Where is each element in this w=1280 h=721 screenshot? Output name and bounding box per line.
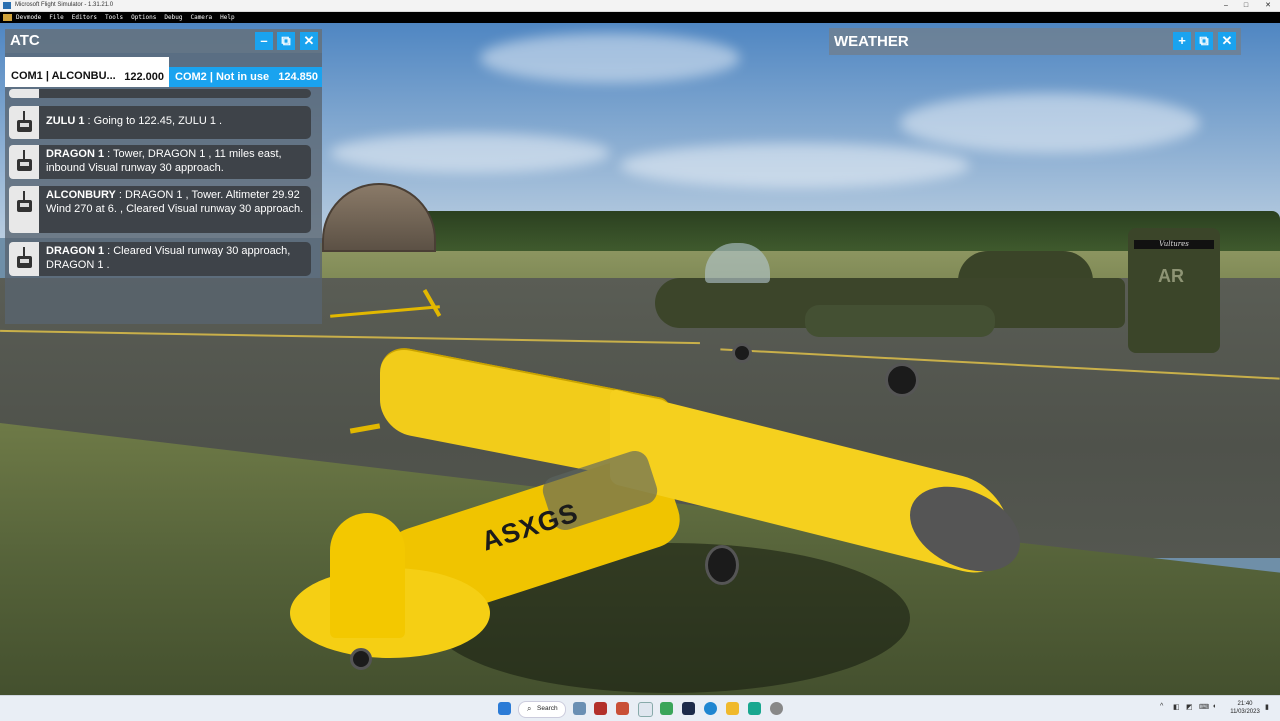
message-speaker: ALCONBURY bbox=[46, 189, 116, 201]
window-title-bar: Microsoft Flight Simulator - 1.31.21.0 –… bbox=[0, 0, 1280, 12]
main-wheel bbox=[705, 545, 739, 585]
com2-frequency: 124.850 bbox=[278, 71, 318, 83]
menu-file[interactable]: File bbox=[49, 12, 63, 23]
message-icon-box bbox=[9, 89, 39, 98]
dev-menu-bar: Devmode File Editors Tools Options Debug… bbox=[0, 12, 1280, 23]
radio-icon bbox=[17, 191, 32, 212]
flight-simulator-icon[interactable] bbox=[638, 702, 653, 717]
jet-nose-wheel bbox=[732, 343, 752, 363]
atc-close-button[interactable]: ✕ bbox=[300, 32, 318, 50]
com1-frequency: 122.000 bbox=[124, 71, 164, 83]
notification-icon[interactable]: ▮ bbox=[1265, 703, 1269, 711]
atc-message-list[interactable]: ZULU 1 : Going to 122.45, ZULU 1 . DRAGO… bbox=[5, 89, 322, 289]
atc-panel: ATC – ⧉ ✕ COM1 | ALCONBU... 122.000 COM2… bbox=[5, 29, 322, 324]
menu-debug[interactable]: Debug bbox=[164, 12, 182, 23]
devmode-icon bbox=[3, 14, 12, 21]
message-text: ZULU 1 : Going to 122.45, ZULU 1 . bbox=[46, 115, 305, 129]
search-label: Search bbox=[537, 705, 558, 712]
tray-app-icon[interactable]: ◧ bbox=[1173, 703, 1180, 711]
tab-com1[interactable]: COM1 | ALCONBU... 122.000 bbox=[5, 57, 169, 87]
app-icon[interactable] bbox=[660, 702, 673, 715]
window-close-button[interactable]: ✕ bbox=[1258, 0, 1278, 11]
weather-popout-button[interactable]: ⧉ bbox=[1195, 32, 1213, 50]
radio-icon bbox=[17, 111, 32, 132]
cloud bbox=[480, 33, 740, 83]
list-item bbox=[9, 89, 311, 98]
message-icon-box bbox=[9, 106, 39, 139]
message-icon-box bbox=[9, 242, 39, 276]
app-icon[interactable] bbox=[594, 702, 607, 715]
cloud bbox=[900, 93, 1200, 153]
search-icon: ⌕ bbox=[527, 704, 532, 713]
start-icon[interactable] bbox=[498, 702, 511, 715]
window-maximize-button[interactable]: □ bbox=[1236, 0, 1256, 11]
message-speaker: DRAGON 1 bbox=[46, 245, 105, 257]
menu-options[interactable]: Options bbox=[131, 12, 156, 23]
menu-help[interactable]: Help bbox=[220, 12, 234, 23]
app-icon bbox=[3, 2, 11, 9]
message-text: DRAGON 1 : Tower, DRAGON 1 , 11 miles ea… bbox=[46, 148, 305, 175]
app-icon[interactable] bbox=[770, 702, 783, 715]
message-icon-box bbox=[9, 186, 39, 233]
atc-header: ATC – ⧉ ✕ bbox=[5, 29, 322, 53]
atc-title: ATC bbox=[10, 32, 40, 49]
weather-add-button[interactable]: + bbox=[1173, 32, 1191, 50]
taskbar-search[interactable]: ⌕ Search bbox=[518, 701, 566, 718]
message-text: ALCONBURY : DRAGON 1 , Tower. Altimeter … bbox=[46, 189, 305, 216]
tail-fin bbox=[330, 513, 405, 638]
taskbar: ⌕ Search ^ ◧ ◩ ⌨ ◖ 21:40 11/03/2023 ▮ bbox=[0, 695, 1280, 721]
edge-icon[interactable] bbox=[704, 702, 717, 715]
tray-chevron-icon[interactable]: ^ bbox=[1160, 703, 1163, 710]
message-body: : Going to 122.45, ZULU 1 . bbox=[84, 115, 223, 127]
message-text: DRAGON 1 : Cleared Visual runway 30 appr… bbox=[46, 245, 305, 272]
weather-close-button[interactable]: ✕ bbox=[1218, 32, 1236, 50]
network-icon[interactable]: ⌨ bbox=[1199, 703, 1209, 711]
message-speaker: DRAGON 1 bbox=[46, 148, 105, 160]
file-explorer-icon[interactable] bbox=[726, 702, 739, 715]
clock-time: 21:40 bbox=[1237, 701, 1253, 707]
com1-label: COM1 | ALCONBU... bbox=[11, 70, 116, 82]
window-title: Microsoft Flight Simulator - 1.31.21.0 bbox=[15, 2, 114, 8]
jet-tail-code: AR bbox=[1158, 266, 1184, 286]
menu-editors[interactable]: Editors bbox=[72, 12, 97, 23]
tray-app-icon[interactable]: ◩ bbox=[1186, 703, 1193, 711]
taskbar-clock[interactable]: 21:40 11/03/2023 bbox=[1228, 700, 1262, 716]
app-icon[interactable] bbox=[616, 702, 629, 715]
task-view-icon[interactable] bbox=[573, 702, 586, 715]
clock-date: 11/03/2023 bbox=[1230, 709, 1260, 715]
cloud bbox=[620, 143, 970, 188]
volume-icon[interactable]: ◖ bbox=[1212, 703, 1216, 710]
message-speaker: ZULU 1 bbox=[46, 115, 85, 127]
message-icon-box bbox=[9, 145, 39, 179]
a10-tail: AR Vultures bbox=[1128, 228, 1220, 353]
radio-icon bbox=[17, 247, 32, 268]
menu-camera[interactable]: Camera bbox=[190, 12, 212, 23]
atc-message: DRAGON 1 : Tower, DRAGON 1 , 11 miles ea… bbox=[9, 145, 311, 179]
tab-com2[interactable]: COM2 | Not in use 124.850 bbox=[169, 67, 322, 87]
atc-message: ALCONBURY : DRAGON 1 , Tower. Altimeter … bbox=[9, 186, 311, 233]
radio-icon bbox=[17, 150, 32, 171]
jet-tail-band: Vultures bbox=[1134, 240, 1214, 249]
com2-label: COM2 | Not in use bbox=[175, 71, 270, 83]
atc-message: DRAGON 1 : Cleared Visual runway 30 appr… bbox=[9, 242, 311, 276]
atc-minimize-button[interactable]: – bbox=[255, 32, 273, 50]
menu-tools[interactable]: Tools bbox=[105, 12, 123, 23]
atc-popout-button[interactable]: ⧉ bbox=[277, 32, 295, 50]
weather-title: WEATHER bbox=[834, 33, 909, 50]
tail-wheel bbox=[350, 648, 372, 670]
jet-main-wheel bbox=[885, 363, 919, 397]
app-icon[interactable] bbox=[682, 702, 695, 715]
window-minimize-button[interactable]: – bbox=[1216, 0, 1236, 11]
app-icon[interactable] bbox=[748, 702, 761, 715]
a10-wing bbox=[805, 305, 995, 337]
atc-message: ZULU 1 : Going to 122.45, ZULU 1 . bbox=[9, 106, 311, 139]
cloud bbox=[330, 133, 610, 173]
message-bubble bbox=[39, 89, 311, 98]
weather-panel: WEATHER + ⧉ ✕ bbox=[829, 28, 1241, 55]
menu-devmode[interactable]: Devmode bbox=[16, 12, 41, 23]
